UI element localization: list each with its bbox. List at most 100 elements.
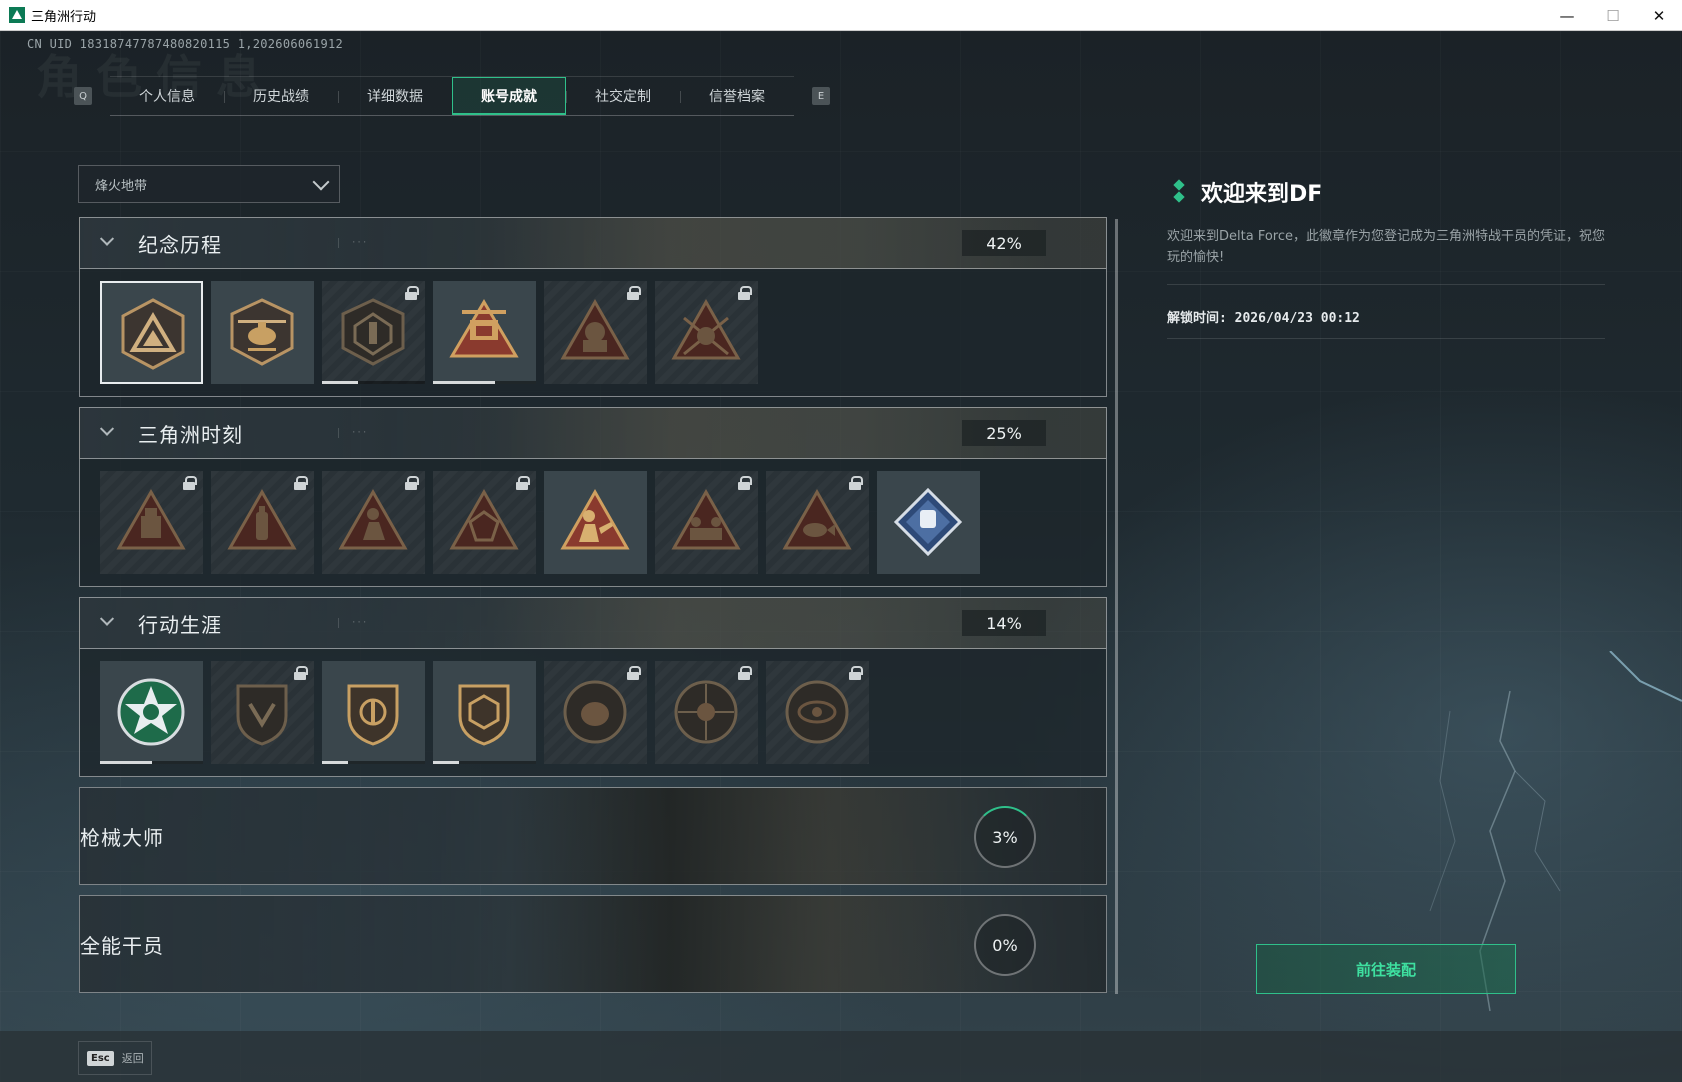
mech-59-badge-icon [449,299,519,358]
back-label: 返回 [121,1052,144,1065]
badge-slot[interactable] [322,471,425,574]
badge-slot[interactable] [544,661,647,764]
category-title: 行动生涯 [138,612,222,637]
go-equip-button[interactable]: 前往装配 [1256,944,1516,994]
badge-slot[interactable] [322,281,425,384]
category-title: 全能干员 [80,933,164,958]
badge-slot[interactable] [877,471,980,574]
unlock-time: 解锁时间: 2026/04/23 00:12 [1167,307,1605,339]
header-deco-dots: ··· [338,238,367,248]
category-header-weapon-master[interactable]: 枪械大师 3% [79,787,1107,885]
helicopter-badge-icon [230,298,294,366]
achievement-category-list[interactable]: 纪念历程 ··· 42% 三角洲时刻 ··· 25% 行动生涯 ··· 14% … [79,217,1107,1028]
uid-label: CN UID 18318747787480820115 1,2026060619… [27,37,344,51]
detail-description: 欢迎来到Delta Force，此徽章作为您登记成为三角洲特战干员的凭证，祝您玩… [1167,226,1605,285]
badge-slot[interactable] [211,471,314,574]
fist-diamond-badge-icon [893,487,963,557]
header-art [510,788,990,884]
bottle-triangle-badge-icon [227,488,297,550]
header-deco-dots: ··· [338,428,367,438]
category-title: 枪械大师 [80,825,164,850]
category-header-all-round-operator[interactable]: 全能干员 0% [79,895,1107,993]
category-title: 三角洲时刻 [138,422,243,447]
badge-progress-bar [100,761,203,764]
badge-progress-bar [433,381,536,384]
minimize-button[interactable]: — [1544,0,1590,31]
detail-title: 欢迎来到DF [1201,182,1323,207]
close-button[interactable]: ✕ [1636,0,1682,31]
badge-slot[interactable] [655,661,758,764]
category-progress-ring: 3% [974,806,1036,868]
tab-credit-record[interactable]: 信誉档案 [680,77,794,115]
category-progress-ring: 0% [974,914,1036,976]
badge-slot[interactable] [433,661,536,764]
header-art [510,896,990,992]
list-scrollbar[interactable] [1115,219,1118,994]
tab-social-custom[interactable]: 社交定制 [566,77,680,115]
badge-slot[interactable] [655,471,758,574]
badge-slot[interactable] [322,661,425,764]
tab-personal-info[interactable]: 个人信息 [110,77,224,115]
eye-round-badge-icon [785,680,849,744]
rank-shield-badge-icon [347,684,399,746]
maximize-button[interactable]: ☐ [1590,0,1636,31]
delta-triangle-badge-icon [121,298,185,370]
green-star-badge-icon [117,678,185,746]
skull-round-badge-icon [674,680,738,744]
back-button[interactable]: Esc 返回 [78,1041,152,1075]
header-deco-dots: ··· [338,618,367,628]
category-header-career[interactable]: 行动生涯 ··· 14% [79,597,1107,649]
badge-slot[interactable] [655,281,758,384]
badge-progress-bar [433,761,536,764]
tab-bar: 个人信息 历史战绩 详细数据 账号成就 社交定制 信誉档案 [110,76,794,116]
badge-slot[interactable] [211,661,314,764]
tab-match-history[interactable]: 历史战绩 [224,77,338,115]
chevron-down-icon [99,421,115,436]
fish-triangle-badge-icon [782,488,852,550]
mode-dropdown[interactable]: 烽火地带 [78,165,340,203]
category-header-delta-moments[interactable]: 三角洲时刻 ··· 25% [79,407,1107,459]
tab-account-achievements[interactable]: 账号成就 [452,77,566,115]
shell-round-badge-icon [563,680,627,744]
chevron-down-icon [312,173,330,191]
chevron-down-icon [99,231,115,246]
hooded-operator-badge-icon [560,298,630,360]
category-badges-delta-moments [79,459,1107,587]
chevron-down-icon [99,611,115,626]
category-title: 纪念历程 [138,232,222,257]
badge-slot[interactable] [766,661,869,764]
esc-key-hint: Esc [87,1050,114,1066]
badge-slot[interactable] [100,281,203,384]
badge-slot[interactable] [100,471,203,574]
tab-detailed-stats[interactable]: 详细数据 [338,77,452,115]
hex-shield-badge-icon [341,298,405,366]
app-logo-icon [9,7,25,23]
diamond-marker-icon [1173,181,1185,203]
d20-dice-badge-icon [449,488,519,550]
badge-slot[interactable] [211,281,314,384]
kneeling-soldier-badge-icon [338,488,408,550]
next-tab-key-hint[interactable]: E [812,87,830,105]
detail-header: 欢迎来到DF [1167,176,1605,208]
category-header-memorial[interactable]: 纪念历程 ··· 42% [79,217,1107,269]
badge-slot[interactable] [100,661,203,764]
wing-shield-badge-icon [236,684,288,746]
window-title: 三角洲行动 [31,9,97,25]
skull-crossed-badge-icon [671,298,741,360]
category-progress: 14% [962,610,1046,636]
badge-detail-panel: 欢迎来到DF 欢迎来到Delta Force，此徽章作为您登记成为三角洲特战干员… [1167,176,1605,339]
squad-triangle-badge-icon [671,488,741,550]
category-badges-memorial [79,269,1107,397]
badge-slot[interactable] [433,471,536,574]
prev-tab-key-hint[interactable]: Q [74,87,92,105]
badge-progress-bar [322,381,425,384]
category-progress: 42% [962,230,1046,256]
robot-triangle-badge-icon [116,488,186,550]
badge-slot[interactable] [544,471,647,574]
badge-slot[interactable] [433,281,536,384]
top-tab-nav: Q 个人信息 历史战绩 详细数据 账号成就 社交定制 信誉档案 E [74,76,830,116]
badge-progress-bar [322,761,425,764]
badge-slot[interactable] [544,281,647,384]
category-progress: 25% [962,420,1046,446]
badge-slot[interactable] [766,471,869,574]
